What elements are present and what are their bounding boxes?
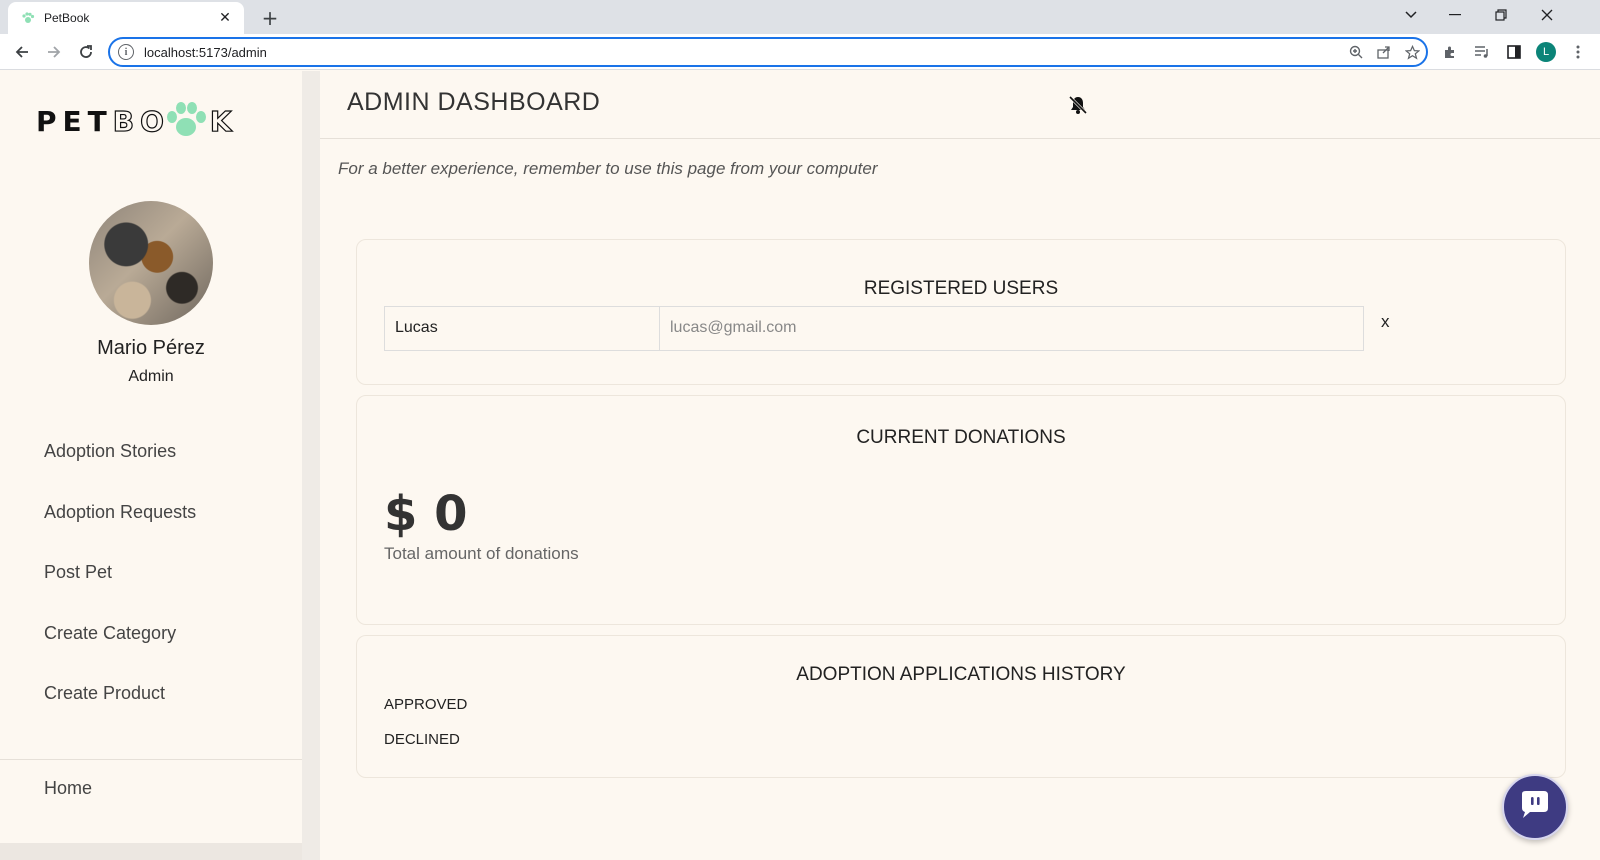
main-content: ADMIN DASHBOARD For a better experience,… bbox=[320, 71, 1600, 860]
info-icon[interactable]: i bbox=[118, 44, 134, 60]
sidebar-item-home[interactable]: Home bbox=[44, 778, 92, 799]
tab-title: PetBook bbox=[44, 11, 90, 25]
star-icon[interactable] bbox=[1398, 39, 1426, 65]
share-icon[interactable] bbox=[1370, 39, 1398, 65]
registered-users-title: REGISTERED USERS bbox=[863, 278, 1059, 299]
chat-icon bbox=[1518, 790, 1552, 824]
avatar bbox=[89, 201, 213, 325]
adoption-history-title: ADOPTION APPLICATIONS HISTORY bbox=[796, 664, 1126, 685]
profile-avatar[interactable]: L bbox=[1532, 38, 1560, 66]
tab-close-icon[interactable]: ✕ bbox=[216, 10, 234, 26]
donations-card: CURRENT DONATIONS $ 0 Total amount of do… bbox=[356, 395, 1566, 625]
menu-icon[interactable] bbox=[1564, 38, 1592, 66]
petbook-logo[interactable]: PET BO K bbox=[36, 101, 238, 141]
paw-icon bbox=[20, 10, 36, 26]
adoption-history-card: ADOPTION APPLICATIONS HISTORY APPROVED D… bbox=[356, 635, 1566, 778]
sidebar-item-post-pet[interactable]: Post Pet bbox=[44, 562, 112, 583]
registered-users-card: REGISTERED USERS Lucas lucas@gmail.com x bbox=[356, 239, 1566, 385]
sidebar-item-adoption-stories[interactable]: Adoption Stories bbox=[44, 441, 176, 462]
donation-amount: $ 0 bbox=[384, 486, 468, 542]
user-email-cell: lucas@gmail.com bbox=[670, 319, 797, 336]
user-role: Admin bbox=[128, 368, 174, 385]
page-title: ADMIN DASHBOARD bbox=[347, 88, 601, 116]
back-icon[interactable] bbox=[8, 38, 36, 66]
sidebar-item-create-category[interactable]: Create Category bbox=[44, 623, 176, 644]
browser-tab[interactable]: PetBook ✕ bbox=[8, 2, 244, 34]
sidebar-footer-bar bbox=[0, 843, 302, 860]
sidebar: PET BO K Mario Pérez Admin Adoption Stor… bbox=[0, 71, 302, 860]
delete-user-button[interactable]: x bbox=[1381, 312, 1390, 332]
chat-button[interactable] bbox=[1502, 774, 1568, 840]
sidebar-scrollbar[interactable] bbox=[302, 71, 320, 860]
forward-icon[interactable] bbox=[40, 38, 68, 66]
sidebar-item-create-product[interactable]: Create Product bbox=[44, 683, 165, 704]
donation-amount-label: Total amount of donations bbox=[384, 544, 579, 563]
restore-icon[interactable] bbox=[1478, 0, 1524, 30]
close-window-icon[interactable] bbox=[1524, 0, 1570, 30]
table-row: Lucas lucas@gmail.com bbox=[384, 306, 1364, 351]
url-text: localhost:5173/admin bbox=[144, 44, 267, 60]
desktop-hint: For a better experience, remember to use… bbox=[338, 159, 878, 178]
reload-icon[interactable] bbox=[72, 38, 100, 66]
history-approved[interactable]: APPROVED bbox=[384, 696, 467, 713]
browser-toolbar: i localhost:5173/admin L bbox=[0, 34, 1600, 70]
history-declined[interactable]: DECLINED bbox=[384, 731, 460, 748]
zoom-icon[interactable] bbox=[1342, 39, 1370, 65]
user-name: Mario Pérez bbox=[97, 337, 205, 359]
page-header: ADMIN DASHBOARD bbox=[320, 71, 1600, 139]
sidebar-divider bbox=[0, 759, 302, 760]
minimize-icon[interactable] bbox=[1432, 0, 1478, 30]
media-icon[interactable] bbox=[1468, 38, 1496, 66]
browser-tabstrip: PetBook ✕ + bbox=[0, 0, 1600, 34]
user-name-cell: Lucas bbox=[385, 307, 660, 350]
sidebar-item-adoption-requests[interactable]: Adoption Requests bbox=[44, 502, 196, 523]
donations-title: CURRENT DONATIONS bbox=[856, 427, 1066, 448]
new-tab-button[interactable]: + bbox=[256, 4, 284, 32]
address-bar[interactable]: i localhost:5173/admin bbox=[108, 37, 1428, 67]
sidepanel-icon[interactable] bbox=[1500, 38, 1528, 66]
tab-search-icon[interactable] bbox=[1388, 0, 1434, 30]
bell-off-icon[interactable] bbox=[1066, 93, 1090, 117]
paw-icon bbox=[164, 101, 208, 141]
extensions-icon[interactable] bbox=[1436, 38, 1464, 66]
